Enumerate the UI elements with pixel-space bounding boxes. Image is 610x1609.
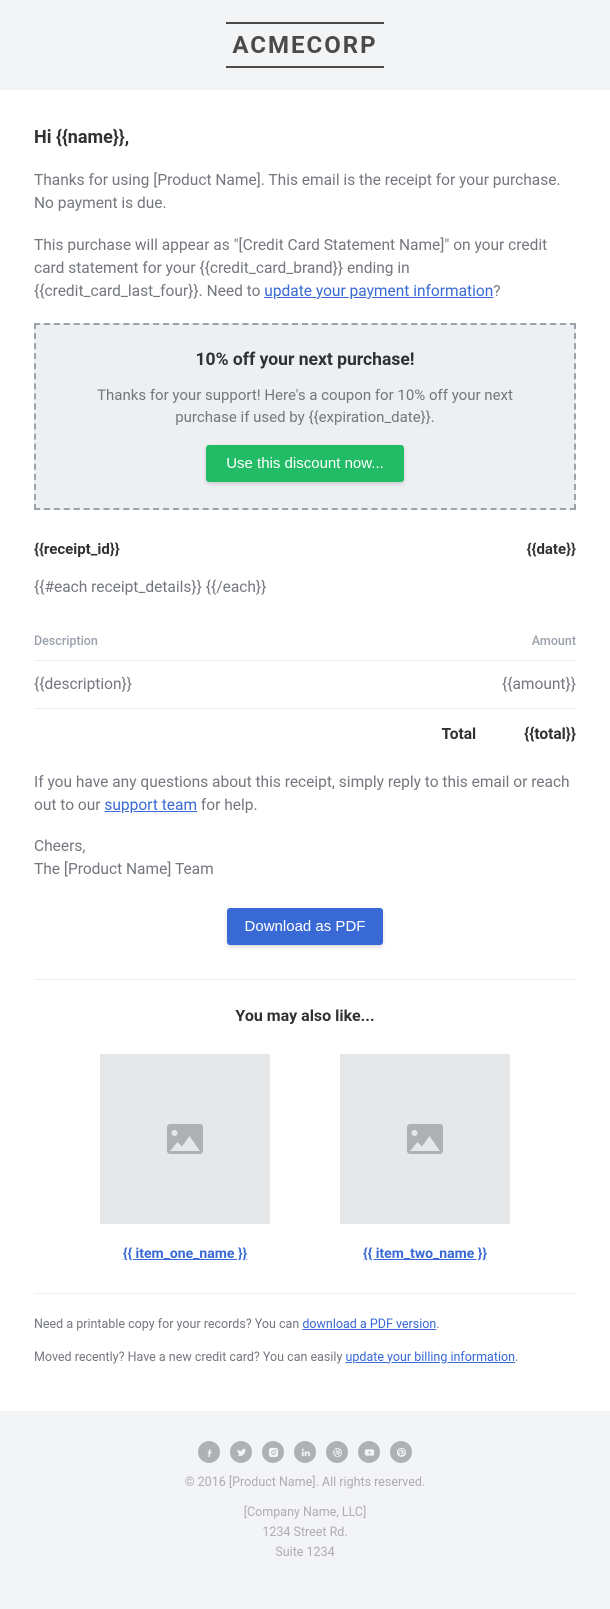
col-amount: Amount [343, 623, 576, 660]
related-item-1: {{ item_one_name }} [100, 1054, 270, 1265]
total-row: Total {{total}} [34, 709, 576, 752]
promo-text: Thanks for your support! Here's a coupon… [66, 384, 544, 429]
update-payment-link[interactable]: update your payment information [264, 282, 493, 300]
sub2-before: Moved recently? Have a new credit card? … [34, 1350, 345, 1365]
company-street: 1234 Street Rd. [20, 1523, 590, 1543]
discount-promo-box: 10% off your next purchase! Thanks for y… [34, 323, 576, 509]
support-team-link[interactable]: support team [104, 796, 197, 814]
social-row [20, 1441, 590, 1463]
receipt-each-placeholder: {{#each receipt_details}} {{/each}} [34, 576, 576, 599]
related-thumb-2[interactable] [340, 1054, 510, 1224]
sub-line-1: Need a printable copy for your records? … [34, 1316, 576, 1335]
image-placeholder-icon [167, 1124, 203, 1154]
related-link-2[interactable]: {{ item_two_name }} [363, 1246, 487, 1262]
email-body: Hi {{name}}, Thanks for using [Product N… [0, 90, 610, 1411]
signoff-cheers: Cheers, [34, 835, 576, 858]
related-title: You may also like... [34, 1004, 576, 1028]
receipt-meta-row: {{receipt_id}} {{date}} [34, 538, 576, 561]
receipt-id: {{receipt_id}} [34, 538, 120, 561]
intro-paragraph-1: Thanks for using [Product Name]. This em… [34, 169, 576, 216]
image-placeholder-icon [407, 1124, 443, 1154]
sub-footer: Need a printable copy for your records? … [34, 1293, 576, 1368]
company-suite: Suite 1234 [20, 1543, 590, 1563]
twitter-icon[interactable] [230, 1441, 252, 1463]
email-header: ACMECORP [0, 0, 610, 90]
help-paragraph: If you have any questions about this rec… [34, 771, 576, 818]
intro2-text-after: ? [493, 282, 500, 300]
intro-paragraph-2: This purchase will appear as "[Credit Ca… [34, 234, 576, 304]
promo-title: 10% off your next purchase! [66, 347, 544, 373]
update-billing-link[interactable]: update your billing information [345, 1350, 515, 1365]
dribbble-icon[interactable] [326, 1441, 348, 1463]
download-row: Download as PDF [34, 908, 576, 945]
pinterest-icon[interactable] [390, 1441, 412, 1463]
copyright: © 2016 [Product Name]. All rights reserv… [20, 1473, 590, 1493]
cell-description: {{description}} [34, 661, 343, 709]
total-value: {{total}} [524, 723, 576, 746]
facebook-icon[interactable] [198, 1441, 220, 1463]
youtube-icon[interactable] [358, 1441, 380, 1463]
signoff: Cheers, The [Product Name] Team [34, 835, 576, 882]
logo: ACMECORP [226, 22, 383, 68]
linkedin-icon[interactable] [294, 1441, 316, 1463]
related-thumb-1[interactable] [100, 1054, 270, 1224]
divider [34, 979, 576, 980]
related-link-1[interactable]: {{ item_one_name }} [123, 1246, 247, 1262]
sub1-before: Need a printable copy for your records? … [34, 1317, 302, 1332]
sub1-after: . [436, 1317, 439, 1332]
help-text-after: for help. [197, 796, 258, 814]
related-item-2: {{ item_two_name }} [340, 1054, 510, 1265]
use-discount-button[interactable]: Use this discount now... [206, 445, 404, 482]
sub-line-2: Moved recently? Have a new credit card? … [34, 1349, 576, 1368]
download-pdf-link[interactable]: download a PDF version [302, 1317, 436, 1332]
sub2-after: . [515, 1350, 518, 1365]
table-row: {{description}} {{amount}} [34, 661, 576, 709]
email-footer: © 2016 [Product Name]. All rights reserv… [0, 1411, 610, 1609]
download-pdf-button[interactable]: Download as PDF [227, 908, 384, 945]
related-items-row: {{ item_one_name }} {{ item_two_name }} [34, 1054, 576, 1265]
total-label: Total [441, 723, 476, 746]
company-name: [Company Name, LLC] [20, 1503, 590, 1523]
receipt-date: {{date}} [527, 538, 576, 561]
instagram-icon[interactable] [262, 1441, 284, 1463]
receipt-table: Description Amount {{description}} {{amo… [34, 623, 576, 709]
signoff-team: The [Product Name] Team [34, 858, 576, 881]
col-description: Description [34, 623, 343, 660]
greeting: Hi {{name}}, [34, 124, 576, 151]
cell-amount: {{amount}} [343, 661, 576, 709]
company-info: [Company Name, LLC] 1234 Street Rd. Suit… [20, 1503, 590, 1563]
